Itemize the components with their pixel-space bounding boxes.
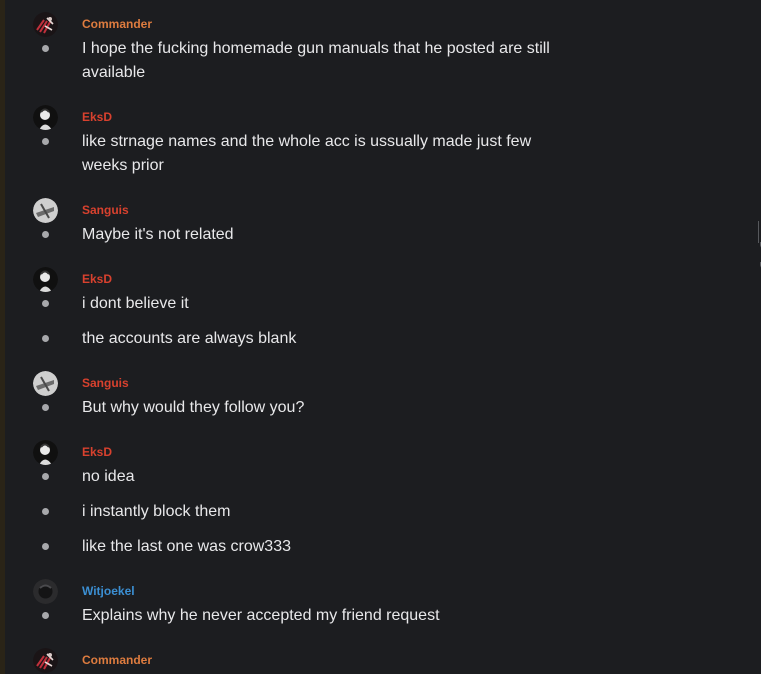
message-author[interactable]: EksD bbox=[82, 109, 112, 125]
avatar-witjoekel[interactable] bbox=[33, 579, 58, 604]
message-bullet bbox=[42, 335, 49, 342]
message-text-continued: available bbox=[82, 64, 146, 81]
message-text: the accounts are always blank bbox=[82, 330, 297, 347]
message-author[interactable]: Sanguis bbox=[82, 375, 129, 391]
message-bullet bbox=[42, 404, 49, 411]
chat-message-list[interactable]: Commander I hope the fucking homemade gu… bbox=[5, 0, 761, 674]
avatar-eksd[interactable] bbox=[33, 267, 58, 292]
message-text: Explains why he never accepted my friend… bbox=[82, 607, 440, 624]
avatar-commander[interactable] bbox=[33, 648, 58, 673]
message-author[interactable]: EksD bbox=[82, 444, 112, 460]
message-author[interactable]: Commander bbox=[82, 16, 152, 32]
message-bullet bbox=[42, 138, 49, 145]
message-author[interactable]: EksD bbox=[82, 271, 112, 287]
message-text: I hope the fucking homemade gun manuals … bbox=[82, 40, 550, 57]
avatar-sanguis[interactable] bbox=[33, 371, 58, 396]
message-text: i instantly block them bbox=[82, 503, 231, 520]
message-bullet bbox=[42, 543, 49, 550]
message-bullet bbox=[42, 231, 49, 238]
message-bullet bbox=[42, 508, 49, 515]
message-bullet bbox=[42, 473, 49, 480]
message-author[interactable]: Witjoekel bbox=[82, 583, 135, 599]
avatar-eksd[interactable] bbox=[33, 440, 58, 465]
avatar-commander[interactable] bbox=[33, 12, 58, 37]
message-text: like strnage names and the whole acc is … bbox=[82, 133, 532, 150]
message-bullet bbox=[42, 45, 49, 52]
avatar-sanguis[interactable] bbox=[33, 198, 58, 223]
message-author[interactable]: Sanguis bbox=[82, 202, 129, 218]
message-text: i dont believe it bbox=[82, 295, 189, 312]
message-bullet bbox=[42, 612, 49, 619]
message-bullet bbox=[42, 300, 49, 307]
message-author[interactable]: Commander bbox=[82, 652, 152, 668]
scrollbar-indicator[interactable] bbox=[758, 221, 759, 243]
avatar-eksd[interactable] bbox=[33, 105, 58, 130]
message-text: Maybe it's not related bbox=[82, 226, 234, 243]
message-text: like the last one was crow333 bbox=[82, 538, 291, 555]
message-text-continued: weeks prior bbox=[82, 157, 164, 174]
message-text: no idea bbox=[82, 468, 135, 485]
message-text: But why would they follow you? bbox=[82, 399, 305, 416]
